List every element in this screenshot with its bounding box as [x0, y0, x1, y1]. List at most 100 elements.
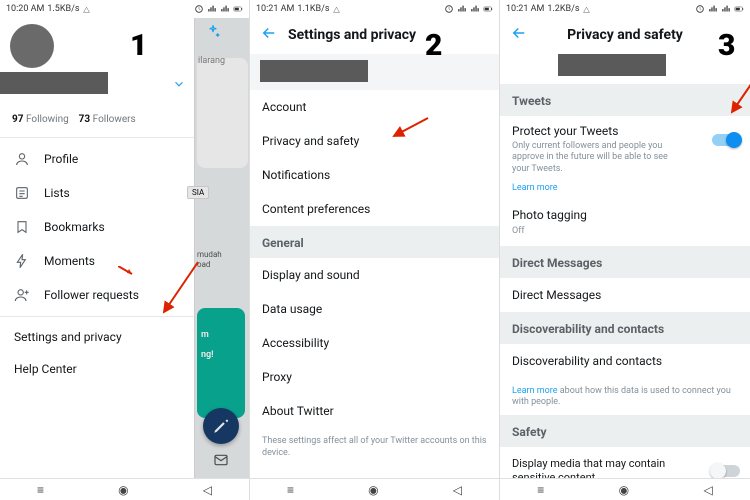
status-time: 10:20 AM	[6, 4, 44, 14]
settings-item-account[interactable]: Account	[250, 90, 499, 124]
person-plus-icon	[14, 287, 30, 303]
section-dm: Direct Messages	[500, 246, 750, 278]
protect-tweets-row[interactable]: Protect your Tweets Only current followe…	[500, 116, 750, 198]
drawer-label: Follower requests	[44, 288, 139, 302]
status-net: 1.5KB/s	[47, 4, 79, 14]
settings-footer-hint: These settings affect all of your Twitte…	[250, 428, 499, 459]
redacted-handle	[260, 60, 368, 82]
compose-fab[interactable]	[203, 408, 239, 444]
followers-label: Followers	[93, 114, 136, 125]
learn-more-link[interactable]: Learn more	[512, 386, 558, 396]
lightning-icon	[14, 253, 30, 269]
annotation-arrow-small	[118, 266, 134, 278]
page-title: Settings and privacy	[288, 27, 416, 43]
drawer-label: Profile	[44, 152, 78, 166]
nav-back-icon[interactable]: ◁	[704, 483, 713, 497]
drawer-item-bookmarks[interactable]: Bookmarks	[0, 210, 194, 244]
background-feed: SIA mudah oad m ng!	[195, 18, 250, 500]
sparkle-icon[interactable]	[205, 24, 221, 44]
panel-step-1: 10:20 AM 1.5KB/s 1 97 Following	[0, 0, 250, 500]
drawer-label: Moments	[44, 254, 95, 268]
nav-menu-icon[interactable]: ≡	[287, 483, 294, 497]
android-navbar: ≡ ◉ ◁	[500, 478, 750, 500]
settings-item-notifications[interactable]: Notifications	[250, 158, 499, 192]
android-navbar: ≡ ◉ ◁	[0, 478, 249, 500]
avatar[interactable]	[10, 24, 54, 68]
discoverability-row[interactable]: Discoverability and contacts	[500, 344, 750, 378]
account-row[interactable]	[250, 54, 499, 90]
drawer-label: Lists	[44, 186, 70, 200]
drawer-item-settings[interactable]: Settings and privacy	[0, 321, 194, 353]
person-icon	[14, 151, 30, 167]
bg-tag: SIA	[187, 186, 209, 199]
bg-promo: m ng!	[197, 308, 245, 418]
dm-row[interactable]: Direct Messages	[500, 278, 750, 312]
step-number-1: 1	[130, 28, 147, 63]
status-bar: 10:21 AM 1.1KB/s	[250, 0, 499, 18]
step-number-3: 3	[718, 28, 735, 63]
status-net: 1.1KB/s	[297, 4, 329, 14]
appbar: Privacy and safety	[500, 18, 750, 54]
settings-item-display[interactable]: Display and sound	[250, 258, 499, 292]
step-number-2: 2	[425, 28, 442, 63]
nav-home-icon[interactable]: ◉	[368, 483, 378, 497]
photo-tagging-value: Off	[500, 224, 750, 246]
android-navbar: ≡ ◉ ◁	[250, 478, 499, 500]
nav-home-icon[interactable]: ◉	[619, 483, 629, 497]
settings-item-data-usage[interactable]: Data usage	[250, 292, 499, 326]
bg-text-frag: ilarang	[198, 56, 225, 66]
settings-item-accessibility[interactable]: Accessibility	[250, 326, 499, 360]
nav-back-icon[interactable]: ◁	[453, 483, 462, 497]
settings-item-about[interactable]: About Twitter	[250, 394, 499, 428]
nav-home-icon[interactable]: ◉	[118, 483, 128, 497]
drawer-label: Bookmarks	[44, 220, 105, 234]
section-general: General	[250, 226, 499, 258]
appbar: Settings and privacy	[250, 18, 499, 54]
panel-step-2: 10:21 AM 1.1KB/s 2 Settings and privacy …	[250, 0, 500, 500]
settings-item-content-prefs[interactable]: Content preferences	[250, 192, 499, 226]
list-icon	[14, 185, 30, 201]
learn-more-link[interactable]: Learn more	[512, 183, 558, 193]
section-safety: Safety	[500, 415, 750, 447]
sensitive-media-toggle[interactable]	[712, 465, 740, 477]
photo-tagging-row[interactable]: Photo tagging	[500, 198, 750, 224]
drawer-item-help[interactable]: Help Center	[0, 353, 194, 385]
status-time: 10:21 AM	[256, 4, 294, 14]
bookmark-icon	[14, 219, 30, 235]
section-tweets: Tweets	[500, 84, 750, 116]
accounts-chevron-icon[interactable]	[172, 76, 186, 95]
annotation-arrow	[158, 260, 200, 320]
protect-tweets-toggle[interactable]	[712, 134, 740, 146]
annotation-arrow	[728, 78, 750, 118]
nav-back-icon[interactable]: ◁	[203, 483, 212, 497]
account-row	[500, 54, 750, 84]
redacted-name	[0, 72, 108, 94]
status-bar: 10:20 AM 1.5KB/s	[0, 0, 249, 18]
back-arrow-icon[interactable]	[260, 24, 278, 46]
annotation-arrow	[388, 116, 430, 142]
following-label: Following	[26, 114, 69, 125]
protect-tweets-label: Protect your Tweets	[512, 124, 738, 138]
bg-text: mudah oad	[197, 250, 222, 269]
nav-menu-icon[interactable]: ≡	[37, 483, 44, 497]
follow-stats[interactable]: 97 Following 73 Followers	[12, 114, 194, 125]
messages-tab-icon[interactable]	[207, 450, 235, 470]
redacted-handle	[558, 54, 666, 76]
status-time: 10:21 AM	[506, 4, 544, 14]
drawer-item-profile[interactable]: Profile	[0, 142, 194, 176]
settings-item-proxy[interactable]: Proxy	[250, 360, 499, 394]
navigation-drawer: 97 Following 73 Followers Profile Lists	[0, 18, 195, 500]
status-bar: 10:21 AM 1.2KB/s	[500, 0, 750, 18]
handle-placeholder	[10, 96, 194, 106]
settings-item-privacy[interactable]: Privacy and safety	[250, 124, 499, 158]
drawer-item-lists[interactable]: Lists	[0, 176, 194, 210]
following-count: 97	[12, 114, 23, 125]
protect-tweets-sub: Only current followers and people you ap…	[512, 141, 682, 175]
panel-step-3: 10:21 AM 1.2KB/s 3 Privacy and safety Tw…	[500, 0, 750, 500]
photo-tagging-label: Photo tagging	[512, 208, 738, 222]
section-discoverability: Discoverability and contacts	[500, 312, 750, 344]
page-title: Privacy and safety	[500, 27, 750, 43]
followers-count: 73	[79, 114, 90, 125]
discoverability-hint: Learn more about how this data is used t…	[500, 378, 750, 409]
nav-menu-icon[interactable]: ≡	[537, 483, 544, 497]
